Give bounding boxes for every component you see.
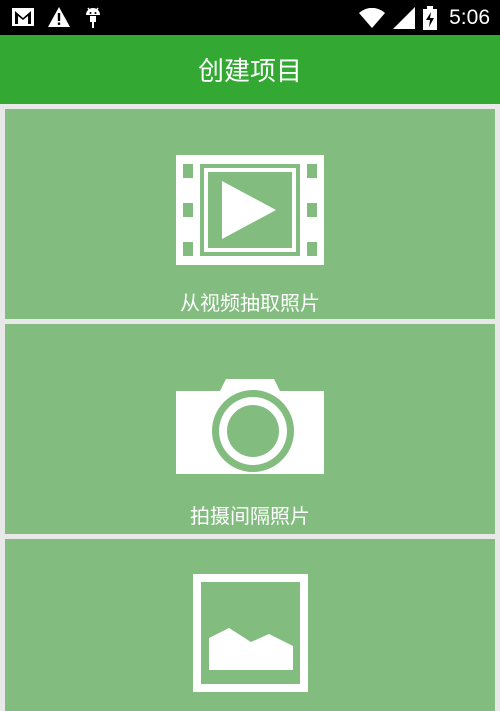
extract-from-video-label: 从视频抽取照片 (180, 291, 320, 315)
status-time: 5:06 (449, 6, 490, 29)
page-title: 创建项目 (197, 57, 302, 87)
app-bar: 创建项目 (0, 35, 500, 104)
camera-icon (176, 379, 324, 474)
wifi-icon (359, 8, 386, 28)
gallery-import-button[interactable] (5, 539, 495, 711)
gmail-icon (12, 8, 34, 26)
status-bar: 5:06 (0, 0, 500, 35)
video-film-icon (176, 155, 324, 265)
extract-from-video-button[interactable]: 从视频抽取照片 (5, 109, 495, 319)
signal-icon (393, 7, 416, 29)
battery-charging-icon (423, 6, 438, 30)
warning-icon (48, 7, 70, 27)
gallery-image-icon (193, 574, 308, 692)
interval-photos-label: 拍摄间隔照片 (190, 504, 310, 528)
interval-photos-button[interactable]: 拍摄间隔照片 (5, 324, 495, 534)
android-debug-icon (86, 7, 100, 28)
